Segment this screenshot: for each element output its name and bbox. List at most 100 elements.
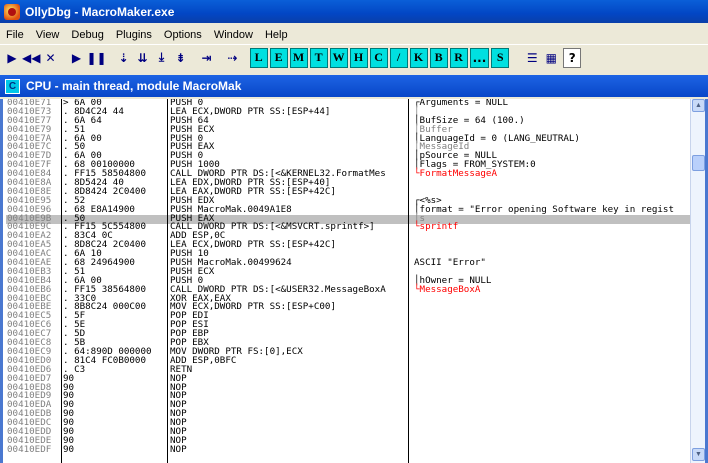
window-title: OllyDbg - MacroMaker.exe (25, 4, 175, 19)
instruction-cell: NOP (170, 434, 187, 446)
toolbar-window-button-w[interactable]: W (329, 47, 348, 68)
address-cell: 00410EDF (7, 443, 52, 455)
window-titlebar: OllyDbg - MacroMaker.exe (0, 0, 708, 23)
comment-cell (414, 330, 690, 339)
instruction-cell: NOP (170, 381, 187, 393)
comment-cell (414, 348, 690, 357)
disassembly-pane[interactable]: 00410E71 00410E73 00410E77 00410E79 00410E7A… (0, 99, 708, 463)
instruction-cell: PUSH EAX (170, 141, 215, 153)
trace-into-icon[interactable]: ⤓ (153, 48, 171, 68)
instruction-cell: NOP (170, 443, 187, 455)
restart-icon[interactable]: ◀◀ (22, 48, 40, 68)
toolbar-window-button-l[interactable]: L (249, 47, 268, 68)
comment-cell: ASCII "Error" (414, 257, 486, 269)
instruction-cell: NOP (170, 417, 187, 429)
toolbar-window-button-m[interactable]: M (289, 47, 308, 68)
comment-cell (414, 428, 690, 437)
comment-cell (414, 339, 690, 348)
menu-help[interactable]: Help (259, 29, 294, 41)
list-icon[interactable]: ☰ (523, 48, 541, 68)
menu-file[interactable]: File (0, 29, 30, 41)
instruction-cell: NOP (170, 390, 187, 402)
instruction-cell: NOP (170, 399, 187, 411)
toolbar-window-button-e[interactable]: E (269, 47, 288, 68)
comment-cell (414, 188, 690, 197)
menu-view[interactable]: View (30, 29, 66, 41)
comment-cell (414, 401, 690, 410)
go-to-icon[interactable]: ⇢ (224, 48, 242, 68)
toolbar-window-button-r[interactable]: R (449, 47, 468, 68)
comment-cell (414, 241, 690, 250)
menu-bar: File View Debug Plugins Options Window Help (0, 26, 708, 44)
scrollbar-thumb[interactable] (692, 155, 705, 171)
open-icon[interactable]: ▶ (3, 48, 21, 68)
comment-cell (414, 303, 690, 312)
address-column[interactable]: 00410E71 00410E73 00410E77 00410E79 00410E7A… (7, 99, 62, 463)
run-icon[interactable]: ▶ (67, 48, 85, 68)
hex-cell: 90 (63, 434, 75, 446)
hex-dump-column[interactable]: > 6A 00. 8D4C24 44. 6A 64. 51. 6A 00. 50… (63, 99, 165, 463)
comment-cell (414, 375, 690, 384)
comment-cell (414, 179, 690, 188)
instruction-cell: PUSH ECX (170, 265, 215, 277)
toolbar-window-button-c[interactable]: C (369, 47, 388, 68)
comment-cell: └FormatMessageA (414, 168, 497, 180)
comment-cell (414, 321, 690, 330)
toolbar-window-button-t[interactable]: T (309, 47, 328, 68)
comment-cell (414, 357, 690, 366)
toolbar-window-button-dots[interactable]: ... (469, 47, 490, 68)
hex-cell: . C3 (63, 363, 86, 375)
instruction-cell: PUSH ECX (170, 123, 215, 135)
trace-over-icon[interactable]: ⇟ (172, 48, 190, 68)
comment-cell (414, 312, 690, 321)
toolbar-window-button-h[interactable]: H (349, 47, 368, 68)
disassembly-column[interactable]: PUSH 0 LEA ECX,DWORD PTR SS:[ESP+44] PUSH … (167, 99, 407, 463)
scroll-down-icon[interactable]: ▼ (692, 448, 705, 461)
toolbar-window-button-s[interactable]: S (491, 47, 510, 68)
toolbar-window-button-slash[interactable]: / (389, 47, 408, 68)
comment-cell (414, 446, 690, 455)
toolbar-window-button-b[interactable]: B (429, 47, 448, 68)
comment-column[interactable]: ┌Arguments = NULL │ │BufSize = 64 (100.) │B… (408, 99, 690, 463)
step-over-icon[interactable]: ⇊ (134, 48, 152, 68)
grid-icon[interactable]: ▦ (542, 48, 560, 68)
scroll-up-icon[interactable]: ▲ (692, 99, 705, 112)
comment-cell (414, 437, 690, 446)
cpu-window-title: CPU - main thread, module MacroMak (26, 79, 242, 93)
hex-cell: 90 (63, 372, 75, 384)
hex-cell: 90 (63, 408, 75, 420)
menu-options[interactable]: Options (158, 29, 208, 41)
comment-cell: ┌Arguments = NULL (414, 99, 509, 108)
hex-cell: 90 (63, 443, 75, 455)
instruction-cell: NOP (170, 425, 187, 437)
cpu-window-icon[interactable]: C (5, 78, 20, 94)
hex-cell: 90 (63, 425, 75, 437)
instruction-cell: NOP (170, 408, 187, 420)
menu-plugins[interactable]: Plugins (110, 29, 158, 41)
toolbar: ▶ ◀◀ ✕ ▶ ❚❚ ⇣ ⇊ ⤓ ⇟ ⇥ ⇢ L E M T W H C / K B R... S ☰ ▦? (0, 44, 708, 70)
help-icon[interactable]: ? (563, 47, 582, 68)
comment-cell: └MessageBoxA (414, 283, 481, 295)
comment-cell (414, 232, 690, 241)
pause-icon[interactable]: ❚❚ (86, 48, 106, 68)
comment-cell (414, 419, 690, 428)
cpu-window-titlebar: C CPU - main thread, module MacroMak (0, 75, 708, 97)
instruction-cell: NOP (170, 372, 187, 384)
step-into-icon[interactable]: ⇣ (115, 48, 133, 68)
menu-window[interactable]: Window (208, 29, 259, 41)
comment-cell (414, 410, 690, 419)
comment-cell: │format = "Error opening Software key in… (414, 203, 674, 215)
execute-till-return-icon[interactable]: ⇥ (198, 48, 216, 68)
hex-cell: 90 (63, 381, 75, 393)
vertical-scrollbar[interactable]: ▲ ▼ (690, 99, 705, 463)
comment-cell: └sprintf (414, 221, 459, 233)
close-icon[interactable]: ✕ (41, 48, 59, 68)
menu-debug[interactable]: Debug (65, 29, 109, 41)
ollydbg-bug-icon[interactable] (4, 3, 20, 20)
comment-cell (414, 384, 690, 393)
hex-cell: 90 (63, 399, 75, 411)
hex-cell: 90 (63, 390, 75, 402)
hex-cell: 90 (63, 417, 75, 429)
toolbar-window-button-k[interactable]: K (409, 47, 428, 68)
comment-cell (414, 392, 690, 401)
